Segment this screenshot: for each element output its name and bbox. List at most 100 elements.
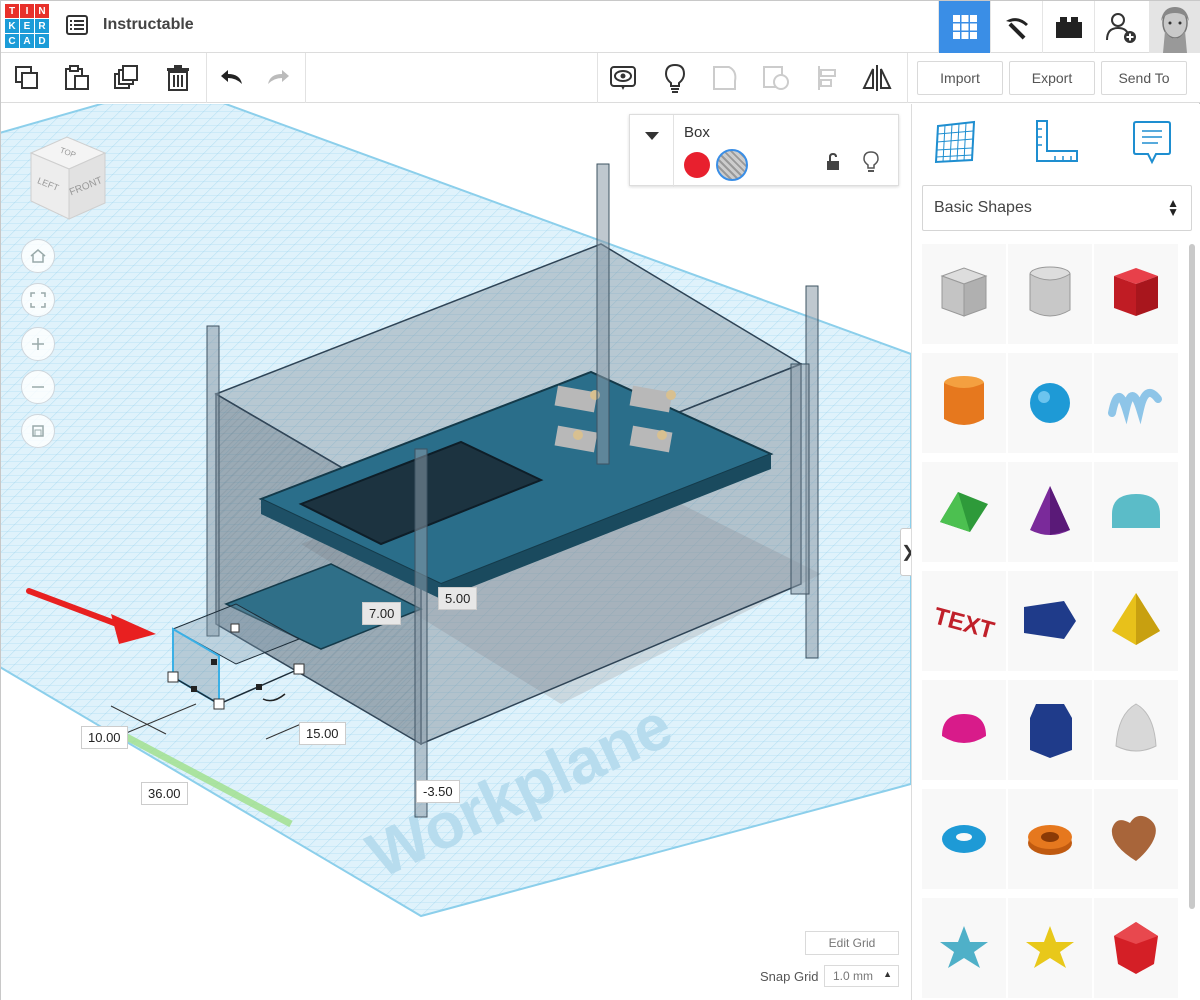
cylinder-shape-icon [944, 376, 984, 425]
shape-item-box[interactable] [1094, 244, 1178, 344]
home-icon [30, 249, 46, 263]
export-button[interactable]: Export [1009, 61, 1095, 95]
ungroup-icon [763, 66, 789, 90]
hole-button[interactable] [716, 149, 748, 181]
design-title[interactable]: Instructable [103, 16, 194, 34]
logo-letter: K [5, 19, 19, 33]
tinkercad-logo[interactable]: TIN KER CAD [5, 4, 49, 48]
zoom-in-button[interactable] [21, 327, 55, 361]
shape-category-select[interactable]: Basic Shapes ▲ ▼ [922, 185, 1192, 231]
tab-ruler[interactable] [1030, 116, 1082, 168]
logo-letter: D [35, 34, 49, 48]
dimension-length[interactable]: 10.00 [81, 726, 128, 749]
copy-button[interactable] [11, 62, 43, 94]
dimension-offset-x[interactable]: 36.00 [141, 782, 188, 805]
shape-item-tube[interactable] [1008, 789, 1092, 889]
show-all-button[interactable] [607, 62, 639, 94]
dimension-elevation[interactable]: 5.00 [438, 587, 478, 610]
group-button[interactable] [710, 62, 742, 94]
minus-icon [32, 386, 44, 388]
view-cube[interactable]: TOP LEFT FRONT [23, 131, 109, 228]
cone-shape-icon [1030, 486, 1070, 535]
pickaxe-icon [1005, 18, 1028, 40]
3d-viewport[interactable]: Workplane TOP LEFT FRONT 10.00 36.00 15.… [1, 104, 911, 1000]
undo-button[interactable] [215, 62, 247, 94]
shape-item-polygon[interactable] [1008, 680, 1092, 780]
send-to-button[interactable]: Send To [1101, 61, 1187, 95]
user-avatar[interactable] [1149, 1, 1200, 53]
add-user-icon [1105, 13, 1136, 43]
paste-button[interactable] [61, 62, 93, 94]
shape-item-icosahedron[interactable] [1094, 898, 1178, 998]
edit-grid-button[interactable]: Edit Grid [805, 931, 899, 955]
lightbulb-icon [664, 63, 686, 93]
group-icon [713, 66, 737, 90]
import-button[interactable]: Import [917, 61, 1003, 95]
snap-grid-label: Snap Grid [760, 969, 819, 984]
dimension-height[interactable]: 7.00 [362, 602, 402, 625]
dimension-z-offset[interactable]: -3.50 [416, 780, 460, 803]
delete-button[interactable] [162, 62, 194, 94]
fit-view-button[interactable] [21, 283, 55, 317]
copy-icon [15, 66, 38, 89]
plus-icon [32, 338, 44, 350]
shape-item-wedge[interactable] [1008, 571, 1092, 671]
logo-letter: A [20, 34, 34, 48]
home-view-button[interactable] [21, 239, 55, 273]
shape-item-text[interactable]: TEXT [922, 571, 1006, 671]
shape-item-round-roof[interactable] [1094, 462, 1178, 562]
solid-color-button[interactable] [684, 152, 710, 178]
tab-notes[interactable] [1126, 116, 1178, 168]
workplane-grid-icon [934, 120, 976, 164]
shape-item-paraboloid[interactable] [1094, 680, 1178, 780]
shape-item-pyramid[interactable] [1094, 571, 1178, 671]
lock-button[interactable] [825, 152, 841, 176]
text-shape-icon: TEXT [931, 603, 998, 645]
hide-button[interactable] [659, 62, 691, 94]
shape-item-sphere[interactable] [1008, 353, 1092, 453]
bricks-icon [1055, 17, 1082, 38]
trash-icon [167, 65, 189, 91]
minecraft-view-button[interactable] [990, 1, 1042, 53]
zoom-out-button[interactable] [21, 370, 55, 404]
ortho-view-button[interactable] [21, 414, 55, 448]
shape-item-half-sphere[interactable] [922, 680, 1006, 780]
grid-view-icon [952, 15, 977, 39]
3d-design-view-button[interactable] [938, 1, 990, 53]
shape-item-star[interactable] [922, 898, 1006, 998]
shape-item-cylinder[interactable] [922, 353, 1006, 453]
shape-item-roof[interactable] [922, 462, 1006, 562]
redo-button[interactable] [263, 62, 295, 94]
edit-toolbar: Import Export Send To [1, 53, 1200, 103]
shapes-scrollbar[interactable] [1189, 244, 1195, 909]
inspector-hide-button[interactable] [863, 151, 879, 178]
design-list-icon[interactable] [65, 13, 89, 37]
shape-item-heart[interactable] [1094, 789, 1178, 889]
align-icon [818, 66, 836, 90]
shape-item-scribble[interactable] [1094, 353, 1178, 453]
ungroup-button[interactable] [760, 62, 792, 94]
align-button[interactable] [811, 62, 843, 94]
unlock-icon [827, 152, 839, 170]
invite-user-button[interactable] [1094, 1, 1146, 53]
shape-item-cone[interactable] [1008, 462, 1092, 562]
shape-item-cylinder-hole[interactable] [1008, 244, 1092, 344]
scribble-shape-icon [1108, 389, 1162, 425]
roof-shape-icon [940, 492, 988, 532]
icosahedron-shape-icon [1114, 922, 1158, 974]
lego-bricks-view-button[interactable] [1042, 1, 1094, 53]
svg-text:TEXT: TEXT [931, 603, 998, 645]
tab-workplane[interactable] [930, 116, 982, 168]
panel-collapse-tab[interactable]: ❯ [900, 528, 911, 576]
workplane-scene[interactable]: Workplane [1, 104, 911, 1000]
mirror-button[interactable] [861, 62, 893, 94]
duplicate-button[interactable] [111, 62, 143, 94]
snap-grid-select[interactable]: 1.0 mm ▲ [824, 965, 899, 987]
dimension-width[interactable]: 15.00 [299, 722, 346, 745]
shape-inspector: Box [629, 114, 899, 187]
tinkercad-app: TINKERCAD Instructable Import Export Sen… [0, 0, 1200, 1000]
inspector-collapse-button[interactable] [630, 115, 674, 187]
shape-item-star-gold[interactable] [1008, 898, 1092, 998]
shape-item-box-hole[interactable] [922, 244, 1006, 344]
shape-item-torus[interactable] [922, 789, 1006, 889]
